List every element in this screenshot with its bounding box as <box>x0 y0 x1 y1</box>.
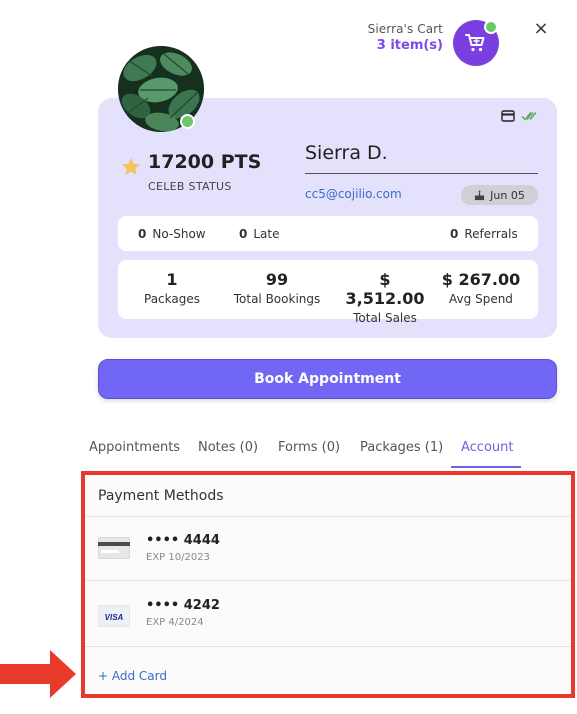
stat-label: Total Bookings <box>233 292 321 306</box>
tab-notes[interactable]: Notes (0) <box>198 440 258 455</box>
late-label: Late <box>253 227 280 241</box>
book-appointment-button[interactable]: Book Appointment <box>98 359 557 399</box>
late-value: 0 <box>239 227 248 241</box>
status-label: CELEB STATUS <box>148 180 232 193</box>
name-underline <box>305 173 538 174</box>
birthday-badge: Jun 05 <box>461 185 538 205</box>
stat-value: 1 <box>166 270 178 289</box>
cart-icon <box>465 34 485 52</box>
stat-label: Avg Spend <box>449 292 513 306</box>
referrals-counter: 0 Referrals <box>450 227 518 241</box>
stat-value: 99 <box>265 270 289 289</box>
arrow-right-icon <box>0 650 76 698</box>
tab-appointments[interactable]: Appointments <box>89 440 180 455</box>
stat-total-bookings: 99 Total Bookings <box>226 270 328 306</box>
close-button[interactable]: × <box>532 20 550 38</box>
client-profile-panel: Sierra's Cart 3 item(s) × 17200 PTS CELE… <box>0 0 577 714</box>
cart-status-dot <box>484 20 498 34</box>
cart-count: 3 item(s) <box>376 38 443 53</box>
points-value: 17200 PTS <box>148 151 262 173</box>
stat-label: Total Sales <box>353 311 417 325</box>
client-email-link[interactable]: cc5@cojilio.com <box>305 187 402 201</box>
credit-card-icon <box>501 110 515 122</box>
stat-value: $ 3,512.00 <box>345 270 425 308</box>
attendance-counters: 0 No-Show 0 Late 0 Referrals <box>118 216 538 251</box>
cart-summary[interactable]: Sierra's Cart 3 item(s) <box>368 22 443 53</box>
referrals-value: 0 <box>450 227 459 241</box>
online-status-dot <box>180 114 195 129</box>
stat-avg-spend: $ 267.00 Avg Spend <box>440 270 522 306</box>
tab-account[interactable]: Account <box>461 440 514 455</box>
stat-total-sales: $ 3,512.00 Total Sales <box>338 270 432 325</box>
cart-name: Sierra's Cart <box>367 22 443 36</box>
client-stats: 1 Packages 99 Total Bookings $ 3,512.00 … <box>118 260 538 325</box>
tab-forms[interactable]: Forms (0) <box>278 440 340 455</box>
cake-icon <box>475 189 485 200</box>
client-name[interactable]: Sierra D. <box>305 142 388 164</box>
late-counter: 0 Late <box>239 227 280 241</box>
no-show-counter: 0 No-Show <box>138 227 206 241</box>
stat-value: $ 267.00 <box>441 270 521 289</box>
card-status-icons <box>501 110 537 122</box>
tab-packages[interactable]: Packages (1) <box>360 440 443 455</box>
referrals-label: Referrals <box>464 227 518 241</box>
active-tab-indicator <box>451 466 521 468</box>
birthday-date: Jun 05 <box>490 188 525 202</box>
double-check-icon <box>521 112 537 121</box>
star-icon <box>121 157 141 176</box>
no-show-label: No-Show <box>152 227 206 241</box>
no-show-value: 0 <box>138 227 147 241</box>
highlight-box <box>81 471 575 698</box>
stat-packages: 1 Packages <box>132 270 212 306</box>
stat-label: Packages <box>144 292 200 306</box>
close-icon: × <box>533 18 549 39</box>
